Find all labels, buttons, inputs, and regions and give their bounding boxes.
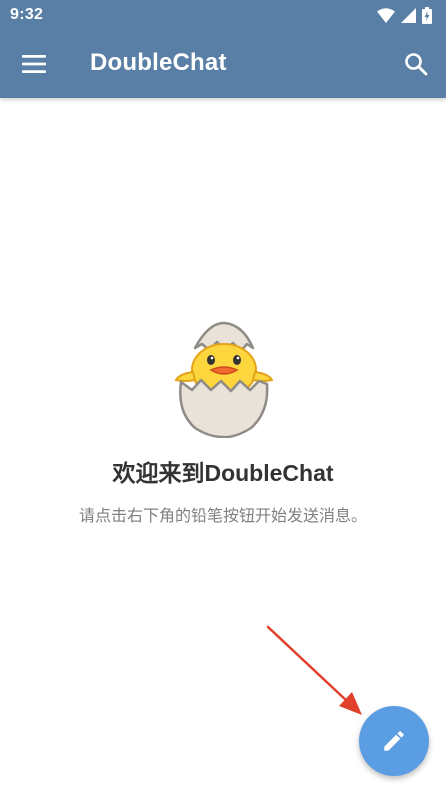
hamburger-menu-icon: [22, 55, 46, 73]
search-button[interactable]: [396, 44, 436, 84]
hatching-chick-icon: [174, 321, 273, 438]
wifi-icon: [377, 7, 395, 23]
welcome-title: 欢迎来到DoubleChat: [112, 460, 334, 486]
compose-fab[interactable]: [359, 706, 429, 776]
search-icon: [405, 53, 428, 76]
welcome-hint: 请点击右下角的铅笔按钮开始发送消息。: [78, 508, 367, 525]
empty-state: 欢迎来到DoubleChat 请点击右下角的铅笔按钮开始发送消息。: [0, 320, 446, 526]
battery-charging-icon: [422, 6, 432, 24]
app-title: DoubleChat: [90, 49, 227, 76]
pencil-icon: [384, 731, 404, 751]
menu-button[interactable]: [14, 44, 54, 84]
status-bar: 9:32: [0, 0, 446, 30]
status-icons: [377, 6, 432, 24]
app-bar: DoubleChat: [0, 30, 446, 98]
status-time: 9:32: [10, 6, 44, 23]
signal-icon: [401, 7, 416, 23]
